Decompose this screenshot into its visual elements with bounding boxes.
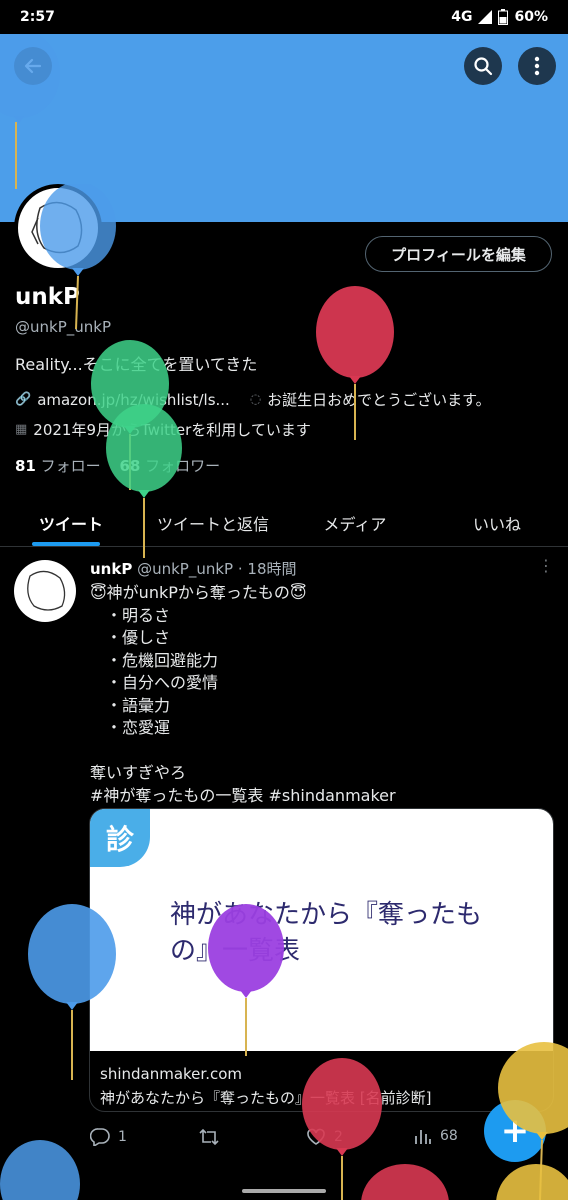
retweet-icon xyxy=(199,1128,219,1146)
reply-icon xyxy=(90,1128,110,1146)
tweet-line: 奪いすぎやろ xyxy=(90,763,187,782)
balloon-yellow-icon xyxy=(496,1164,568,1200)
gesture-nav-bar[interactable] xyxy=(242,1189,326,1193)
balloon-blue-icon xyxy=(40,184,116,330)
tweet-line: ・危機回避能力 xyxy=(90,650,219,670)
link-icon: 🔗 xyxy=(15,392,32,407)
tweet-time: · 18時間 xyxy=(237,560,297,578)
balloon-blue-icon xyxy=(0,34,60,189)
more-button[interactable] xyxy=(518,47,556,85)
status-time: 2:57 xyxy=(20,9,55,25)
tab-likes[interactable]: いいね xyxy=(426,500,568,546)
card-domain: shindanmaker.com xyxy=(100,1065,242,1083)
reply-count: 1 xyxy=(118,1129,127,1145)
balloon-red-icon xyxy=(361,1164,449,1200)
tweet-line: 😇神がunkPから奪ったもの😇 xyxy=(90,583,307,602)
balloon-green-icon xyxy=(106,404,182,558)
search-icon xyxy=(474,57,493,76)
balloon-blue-icon xyxy=(28,904,116,1080)
signal-icon xyxy=(478,10,493,24)
more-vertical-icon xyxy=(534,56,540,76)
tweet-line: ・明るさ xyxy=(90,605,171,625)
balloon-icon: ◌ xyxy=(249,392,262,407)
battery-icon xyxy=(498,9,509,25)
tweet-line: ・語彙力 xyxy=(90,695,171,715)
tweet-line xyxy=(90,740,396,763)
profile-meta-line: 🔗 amazon.jp/hz/wishlist/ls... ◌ お誕生日おめでと… xyxy=(15,389,491,410)
status-bar: 2:57 4G 60% xyxy=(0,0,568,34)
tweet-avatar[interactable] xyxy=(14,560,76,622)
tweet-line: ・優しさ xyxy=(90,628,171,647)
tweet-actions: 1 2 68 xyxy=(90,1128,470,1152)
balloon-blue-icon xyxy=(0,1140,80,1200)
tweet-more-icon[interactable]: ⋮ xyxy=(538,556,554,575)
tweet-header: unkP @unkP_unkP · 18時間 xyxy=(90,558,297,579)
views-count: 68 xyxy=(440,1128,458,1144)
balloon-red-icon xyxy=(316,286,394,440)
tweet-hashtags[interactable]: #神が奪ったもの一覧表 #shindanmaker xyxy=(90,785,396,808)
edit-profile-button[interactable]: プロフィールを編集 xyxy=(365,236,552,272)
reply-button[interactable]: 1 xyxy=(90,1128,127,1146)
search-button[interactable] xyxy=(464,47,502,85)
views-button[interactable]: 68 xyxy=(414,1128,458,1144)
card-image: 診 神があなたから『奪ったもの』一覧表 xyxy=(90,809,553,1051)
tweet-text: 😇神がunkPから奪ったもの😇 ・明るさ ・優しさ ・危機回避能力 ・自分への愛… xyxy=(90,582,396,807)
retweet-button[interactable] xyxy=(198,1128,220,1146)
tweet-line: ・恋愛運 xyxy=(90,718,171,737)
ghost-avatar-icon xyxy=(27,570,66,611)
calendar-icon: ▦ xyxy=(15,422,28,437)
profile-tabs: ツイート ツイートと返信 メディア いいね xyxy=(0,500,568,547)
tweet-line: ・自分への愛情 xyxy=(90,673,219,692)
shindan-badge: 診 xyxy=(90,809,150,867)
views-icon xyxy=(415,1130,431,1144)
tab-media[interactable]: メディア xyxy=(284,500,426,546)
tweet-author-handle: @unkP_unkP xyxy=(137,560,234,578)
balloon-purple-icon xyxy=(208,904,284,1056)
tweet-author-name[interactable]: unkP xyxy=(90,560,132,578)
network-indicator: 4G xyxy=(451,9,473,25)
battery-level: 60% xyxy=(514,9,548,25)
